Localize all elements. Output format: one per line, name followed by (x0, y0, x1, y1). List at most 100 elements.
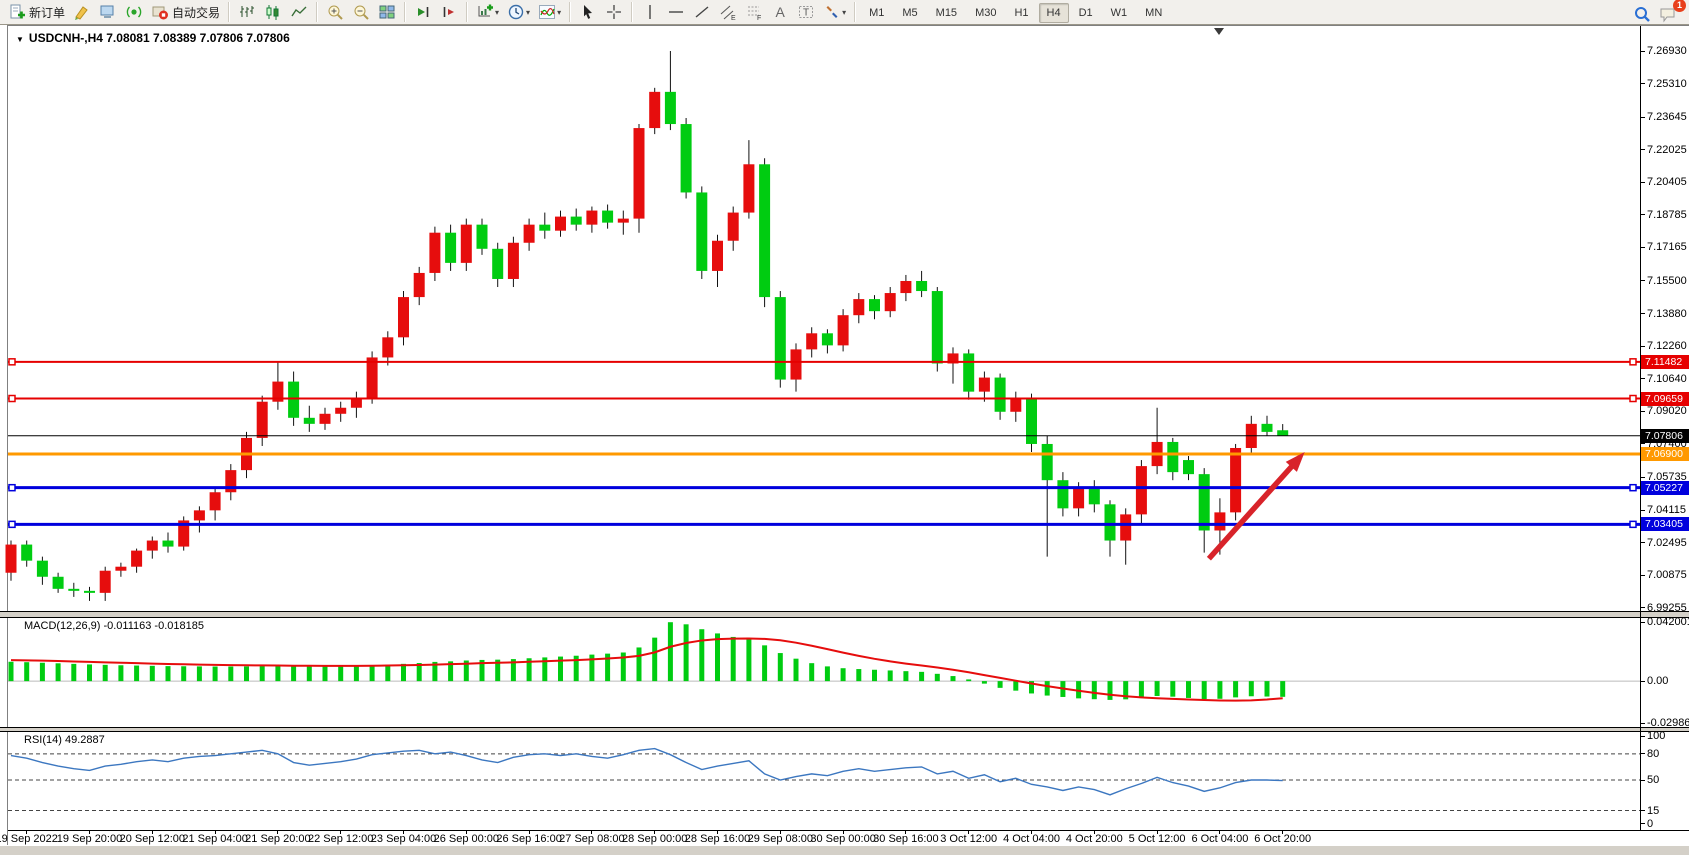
rsi-axis-tick: 80 (1647, 748, 1659, 760)
candle-body (163, 541, 174, 547)
axis-tick-mark (1640, 313, 1645, 314)
pane-separator[interactable] (0, 727, 1689, 732)
rsi-indicator-label: RSI(14) 49.2887 (24, 734, 105, 746)
collapse-caret-icon[interactable]: ▼ (16, 35, 24, 44)
candle-body (696, 192, 707, 270)
macd-histogram-bar (809, 663, 814, 681)
candle-body (257, 402, 268, 438)
macd-histogram-bar (1170, 681, 1175, 697)
macd-histogram-bar (731, 637, 736, 681)
line-handle[interactable] (1630, 359, 1636, 365)
axis-tick-mark (1640, 117, 1645, 118)
macd-histogram-bar (715, 633, 720, 681)
axis-tick-mark (1640, 575, 1645, 576)
macd-histogram-bar (260, 666, 265, 681)
macd-axis-tick: 0.00 (1647, 675, 1668, 687)
candle-body (320, 414, 331, 424)
macd-histogram-bar (856, 669, 861, 681)
macd-histogram-bar (197, 666, 202, 681)
time-axis-label: 3 Oct 12:00 (940, 833, 997, 845)
price-axis-tick: 7.10640 (1647, 373, 1687, 385)
macd-histogram-bar (684, 624, 689, 681)
rsi-axis-tick: 50 (1647, 774, 1659, 786)
macd-histogram-bar (919, 672, 924, 681)
candle-body (100, 571, 111, 593)
macd-histogram-bar (228, 667, 233, 682)
price-axis-tick: 7.15500 (1647, 275, 1687, 287)
time-axis-label: 30 Sep 00:00 (810, 833, 875, 845)
candle-body (712, 241, 723, 271)
candle-body (555, 217, 566, 231)
axis-tick-mark (1640, 182, 1645, 183)
axis-tick-mark (1640, 83, 1645, 84)
candle-body (429, 233, 440, 273)
arrow-annotation-shaft[interactable] (1209, 464, 1294, 559)
macd-histogram-bar (1233, 681, 1238, 697)
macd-histogram-bar (825, 666, 830, 681)
price-axis-tick: 7.20405 (1647, 176, 1687, 188)
rsi-line (11, 749, 1283, 795)
line-handle[interactable] (9, 359, 15, 365)
axis-tick-mark (1640, 753, 1645, 754)
candle-body (492, 249, 503, 279)
macd-histogram-bar (982, 681, 987, 684)
axis-tick-mark (1640, 823, 1645, 824)
macd-axis-tick: 0.042001 (1647, 616, 1689, 628)
candle-body (759, 164, 770, 297)
axis-tick-mark (1640, 510, 1645, 511)
macd-histogram-bar (354, 666, 359, 681)
line-handle[interactable] (9, 485, 15, 491)
macd-histogram-bar (668, 622, 673, 681)
candle-body (210, 492, 221, 510)
price-line-label-7.11482: 7.11482 (1641, 355, 1689, 369)
axis-tick-mark (1640, 214, 1645, 215)
candle-body (147, 541, 158, 551)
time-axis-label: 23 Sep 04:00 (371, 833, 436, 845)
candle-body (1136, 466, 1147, 514)
candle-body (775, 297, 786, 379)
line-handle[interactable] (9, 396, 15, 402)
candle-body (288, 382, 299, 418)
candle-body (21, 545, 32, 561)
line-handle[interactable] (1630, 396, 1636, 402)
macd-histogram-bar (998, 681, 1003, 688)
macd-histogram-bar (291, 666, 296, 681)
time-axis-label: 21 Sep 20:00 (245, 833, 310, 845)
axis-tick-mark (1640, 378, 1645, 379)
candle-body (304, 418, 315, 424)
candle-body (869, 299, 880, 311)
macd-histogram-bar (903, 671, 908, 681)
axis-tick-mark (1640, 477, 1645, 478)
macd-histogram-bar (118, 665, 123, 681)
candle-body (995, 378, 1006, 412)
candle-body (1199, 474, 1210, 530)
price-line-label-7.06900: 7.06900 (1641, 447, 1689, 461)
time-axis-label: 26 Sep 16:00 (496, 833, 561, 845)
chart-shift-marker-icon[interactable] (1214, 28, 1224, 35)
pane-separator[interactable] (0, 611, 1689, 618)
candle-body (1057, 480, 1068, 508)
price-axis-tick: 7.02495 (1647, 537, 1687, 549)
candle-body (916, 281, 927, 291)
candle-body (131, 551, 142, 567)
candle-body (524, 225, 535, 243)
candle-body (932, 291, 943, 363)
price-axis-tick: 7.26930 (1647, 45, 1687, 57)
candle-body (743, 164, 754, 212)
candle-body (68, 589, 79, 591)
price-line-label-7.03405: 7.03405 (1641, 517, 1689, 531)
macd-histogram-bar (699, 629, 704, 681)
macd-axis-tick: -0.029864 (1647, 717, 1689, 729)
macd-histogram-bar (1139, 681, 1144, 698)
price-axis-tick: 7.22025 (1647, 144, 1687, 156)
line-handle[interactable] (1630, 485, 1636, 491)
line-handle[interactable] (9, 521, 15, 527)
macd-histogram-bar (338, 666, 343, 681)
macd-histogram-bar (24, 662, 29, 681)
macd-histogram-bar (1280, 681, 1285, 697)
candle-body (681, 124, 692, 192)
axis-tick-mark (1640, 149, 1645, 150)
macd-histogram-bar (150, 666, 155, 681)
window-bottom-edge (0, 845, 1689, 855)
line-handle[interactable] (1630, 521, 1636, 527)
